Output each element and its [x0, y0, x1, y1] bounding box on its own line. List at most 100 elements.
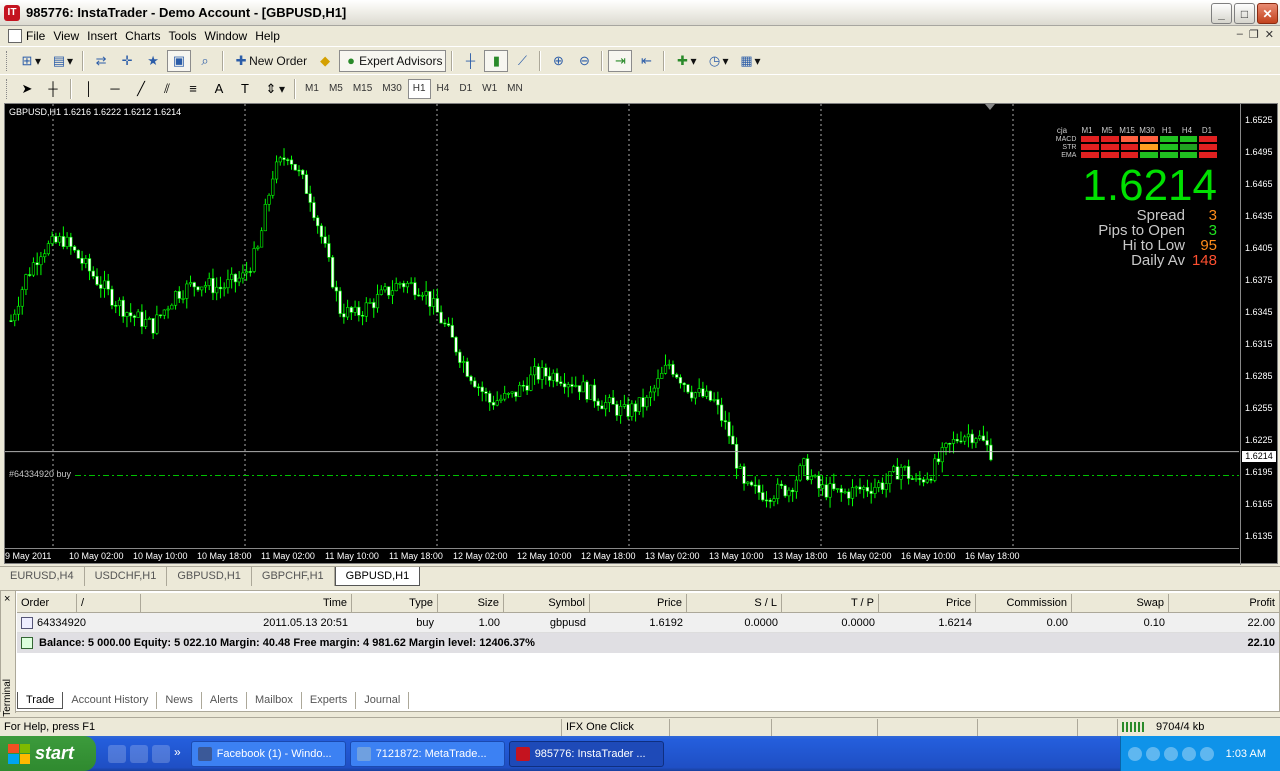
col-swap[interactable]: Swap: [1072, 593, 1169, 612]
zoom-in-button[interactable]: ⊕: [546, 50, 570, 72]
chart-tab-usdchf-h1[interactable]: USDCHF,H1: [85, 567, 168, 586]
cursor-button[interactable]: ➤: [15, 78, 39, 100]
timeframe-m15[interactable]: M15: [349, 79, 376, 99]
arrows-button[interactable]: ⇕ ▾: [259, 78, 289, 100]
col-time[interactable]: Time: [141, 593, 352, 612]
tray-back-icon[interactable]: [1127, 746, 1142, 761]
col-profit[interactable]: Profit: [1169, 594, 1279, 612]
fibonacci-button[interactable]: ≡: [181, 78, 205, 100]
mdi-minimize-icon[interactable]: –: [1237, 28, 1243, 41]
indicators-button[interactable]: ✚ ▾: [670, 50, 700, 72]
price-chart[interactable]: GBPUSD,H1 1.6216 1.6222 1.6212 1.6214 #6…: [4, 103, 1278, 565]
col-type[interactable]: Type: [352, 593, 438, 612]
tray-network-icon[interactable]: [1145, 746, 1160, 761]
candle-body: [536, 366, 540, 380]
menu-tools[interactable]: Tools: [169, 27, 205, 45]
bar-chart-button[interactable]: ┼: [458, 50, 482, 72]
tab-journal[interactable]: Journal: [356, 692, 410, 709]
metaeditor-button[interactable]: ◆: [313, 50, 337, 72]
tab-alerts[interactable]: Alerts: [202, 692, 247, 709]
mdi-close-icon[interactable]: ✕: [1265, 28, 1274, 41]
menu-window[interactable]: Window: [205, 27, 256, 45]
col-symbol[interactable]: Symbol: [504, 593, 590, 612]
timeframe-m1[interactable]: M1: [301, 79, 323, 99]
taskbar-item-facebook[interactable]: Facebook (1) - Windo...: [190, 740, 346, 767]
ie-icon[interactable]: [108, 744, 126, 763]
market-watch-button[interactable]: ⇄: [89, 50, 113, 72]
tray-volume-icon[interactable]: [1163, 746, 1178, 761]
chart-tab-gbpusd-h1-active[interactable]: GBPUSD,H1: [334, 567, 421, 586]
chart-tab-gbpchf-h1[interactable]: GBPCHF,H1: [252, 567, 335, 586]
timeframe-h1[interactable]: H1: [407, 78, 431, 99]
candle-body: [301, 169, 305, 175]
timeframe-mn[interactable]: MN: [503, 79, 527, 99]
terminal-close-icon[interactable]: ×: [4, 593, 10, 605]
chart-shift-button[interactable]: ⇤: [634, 50, 658, 72]
col-tp[interactable]: T / P: [782, 593, 879, 612]
timeframe-m30[interactable]: M30: [378, 79, 405, 99]
timeframe-h4[interactable]: H4: [433, 79, 454, 99]
menu-view[interactable]: View: [53, 27, 87, 45]
tab-account-history[interactable]: Account History: [63, 692, 158, 709]
quick-launch-more-icon[interactable]: »: [174, 745, 181, 763]
col-price[interactable]: Price: [590, 593, 687, 612]
line-chart-button[interactable]: ⟋: [510, 50, 534, 72]
menu-file[interactable]: File: [8, 27, 53, 45]
col-size[interactable]: Size: [438, 593, 504, 612]
vertical-line-button[interactable]: │: [77, 78, 101, 100]
menu-insert[interactable]: Insert: [87, 27, 125, 45]
menu-help[interactable]: Help: [255, 27, 288, 45]
time-tick-label: 16 May 10:00: [901, 551, 956, 561]
text-label-button[interactable]: T: [233, 78, 257, 100]
text-button[interactable]: A: [207, 78, 231, 100]
zoom-out-button[interactable]: ⊖: [572, 50, 596, 72]
outlook-icon[interactable]: [152, 744, 170, 763]
close-button[interactable]: ✕: [1257, 3, 1278, 24]
col-commission[interactable]: Commission: [976, 593, 1072, 612]
candle-body: [256, 246, 260, 249]
new-order-button[interactable]: ✚ New Order: [229, 50, 311, 72]
trendline-button[interactable]: ╱: [129, 78, 153, 100]
tab-news[interactable]: News: [157, 692, 202, 709]
horizontal-line-button[interactable]: ─: [103, 78, 127, 100]
minimize-button[interactable]: _: [1211, 3, 1232, 24]
terminal-button[interactable]: ▣: [167, 49, 192, 72]
tray-app-icon[interactable]: [1199, 746, 1214, 761]
profiles-button[interactable]: ▤ ▾: [47, 50, 77, 72]
mdi-restore-icon[interactable]: ❐: [1249, 28, 1259, 41]
expert-advisors-button[interactable]: ● Expert Advisors: [339, 49, 447, 72]
chart-shift-marker[interactable]: [985, 104, 995, 110]
tab-mailbox[interactable]: Mailbox: [247, 692, 302, 709]
navigator-button[interactable]: ★: [141, 50, 165, 72]
timeframe-d1[interactable]: D1: [455, 79, 476, 99]
new-chart-button[interactable]: ⊞ ▾: [15, 50, 45, 72]
templates-button[interactable]: ▦ ▾: [735, 50, 765, 72]
channel-button[interactable]: ⫽: [155, 78, 179, 100]
taskbar-item-metatrader[interactable]: 7121872: MetaTrade...: [349, 740, 505, 767]
tab-trade[interactable]: Trade: [17, 692, 64, 709]
table-row[interactable]: 64334920 2011.05.13 20:51 buy 1.00 gbpus…: [17, 613, 1279, 633]
col-sl[interactable]: S / L: [687, 593, 782, 612]
start-button[interactable]: start: [0, 736, 96, 771]
col-cur-price[interactable]: Price: [879, 593, 976, 612]
tray-security-icon[interactable]: [1181, 746, 1196, 761]
menu-charts[interactable]: Charts: [125, 27, 168, 45]
timeframe-w1[interactable]: W1: [478, 79, 501, 99]
auto-scroll-button[interactable]: ⇥: [608, 49, 633, 72]
candle-body: [491, 402, 496, 406]
col-order[interactable]: Order: [17, 593, 77, 612]
maximize-button[interactable]: □: [1234, 3, 1255, 24]
candle-body: [13, 313, 17, 322]
chart-tab-gbpusd-h1[interactable]: GBPUSD,H1: [167, 567, 252, 586]
timeframe-m5[interactable]: M5: [325, 79, 347, 99]
data-window-button[interactable]: ✛: [115, 50, 139, 72]
crosshair-button[interactable]: ┼: [41, 78, 65, 100]
candlestick-button[interactable]: ▮: [484, 49, 509, 72]
col-sort[interactable]: /: [77, 593, 141, 612]
media-icon[interactable]: [130, 744, 148, 763]
tab-experts[interactable]: Experts: [302, 692, 357, 709]
strategy-tester-button[interactable]: ⌕: [193, 50, 217, 72]
periods-button[interactable]: ◷ ▾: [702, 50, 732, 72]
taskbar-item-instatrader[interactable]: 985776: InstaTrader ...: [508, 740, 664, 767]
chart-tab-eurusd-h4[interactable]: EURUSD,H4: [0, 567, 85, 586]
